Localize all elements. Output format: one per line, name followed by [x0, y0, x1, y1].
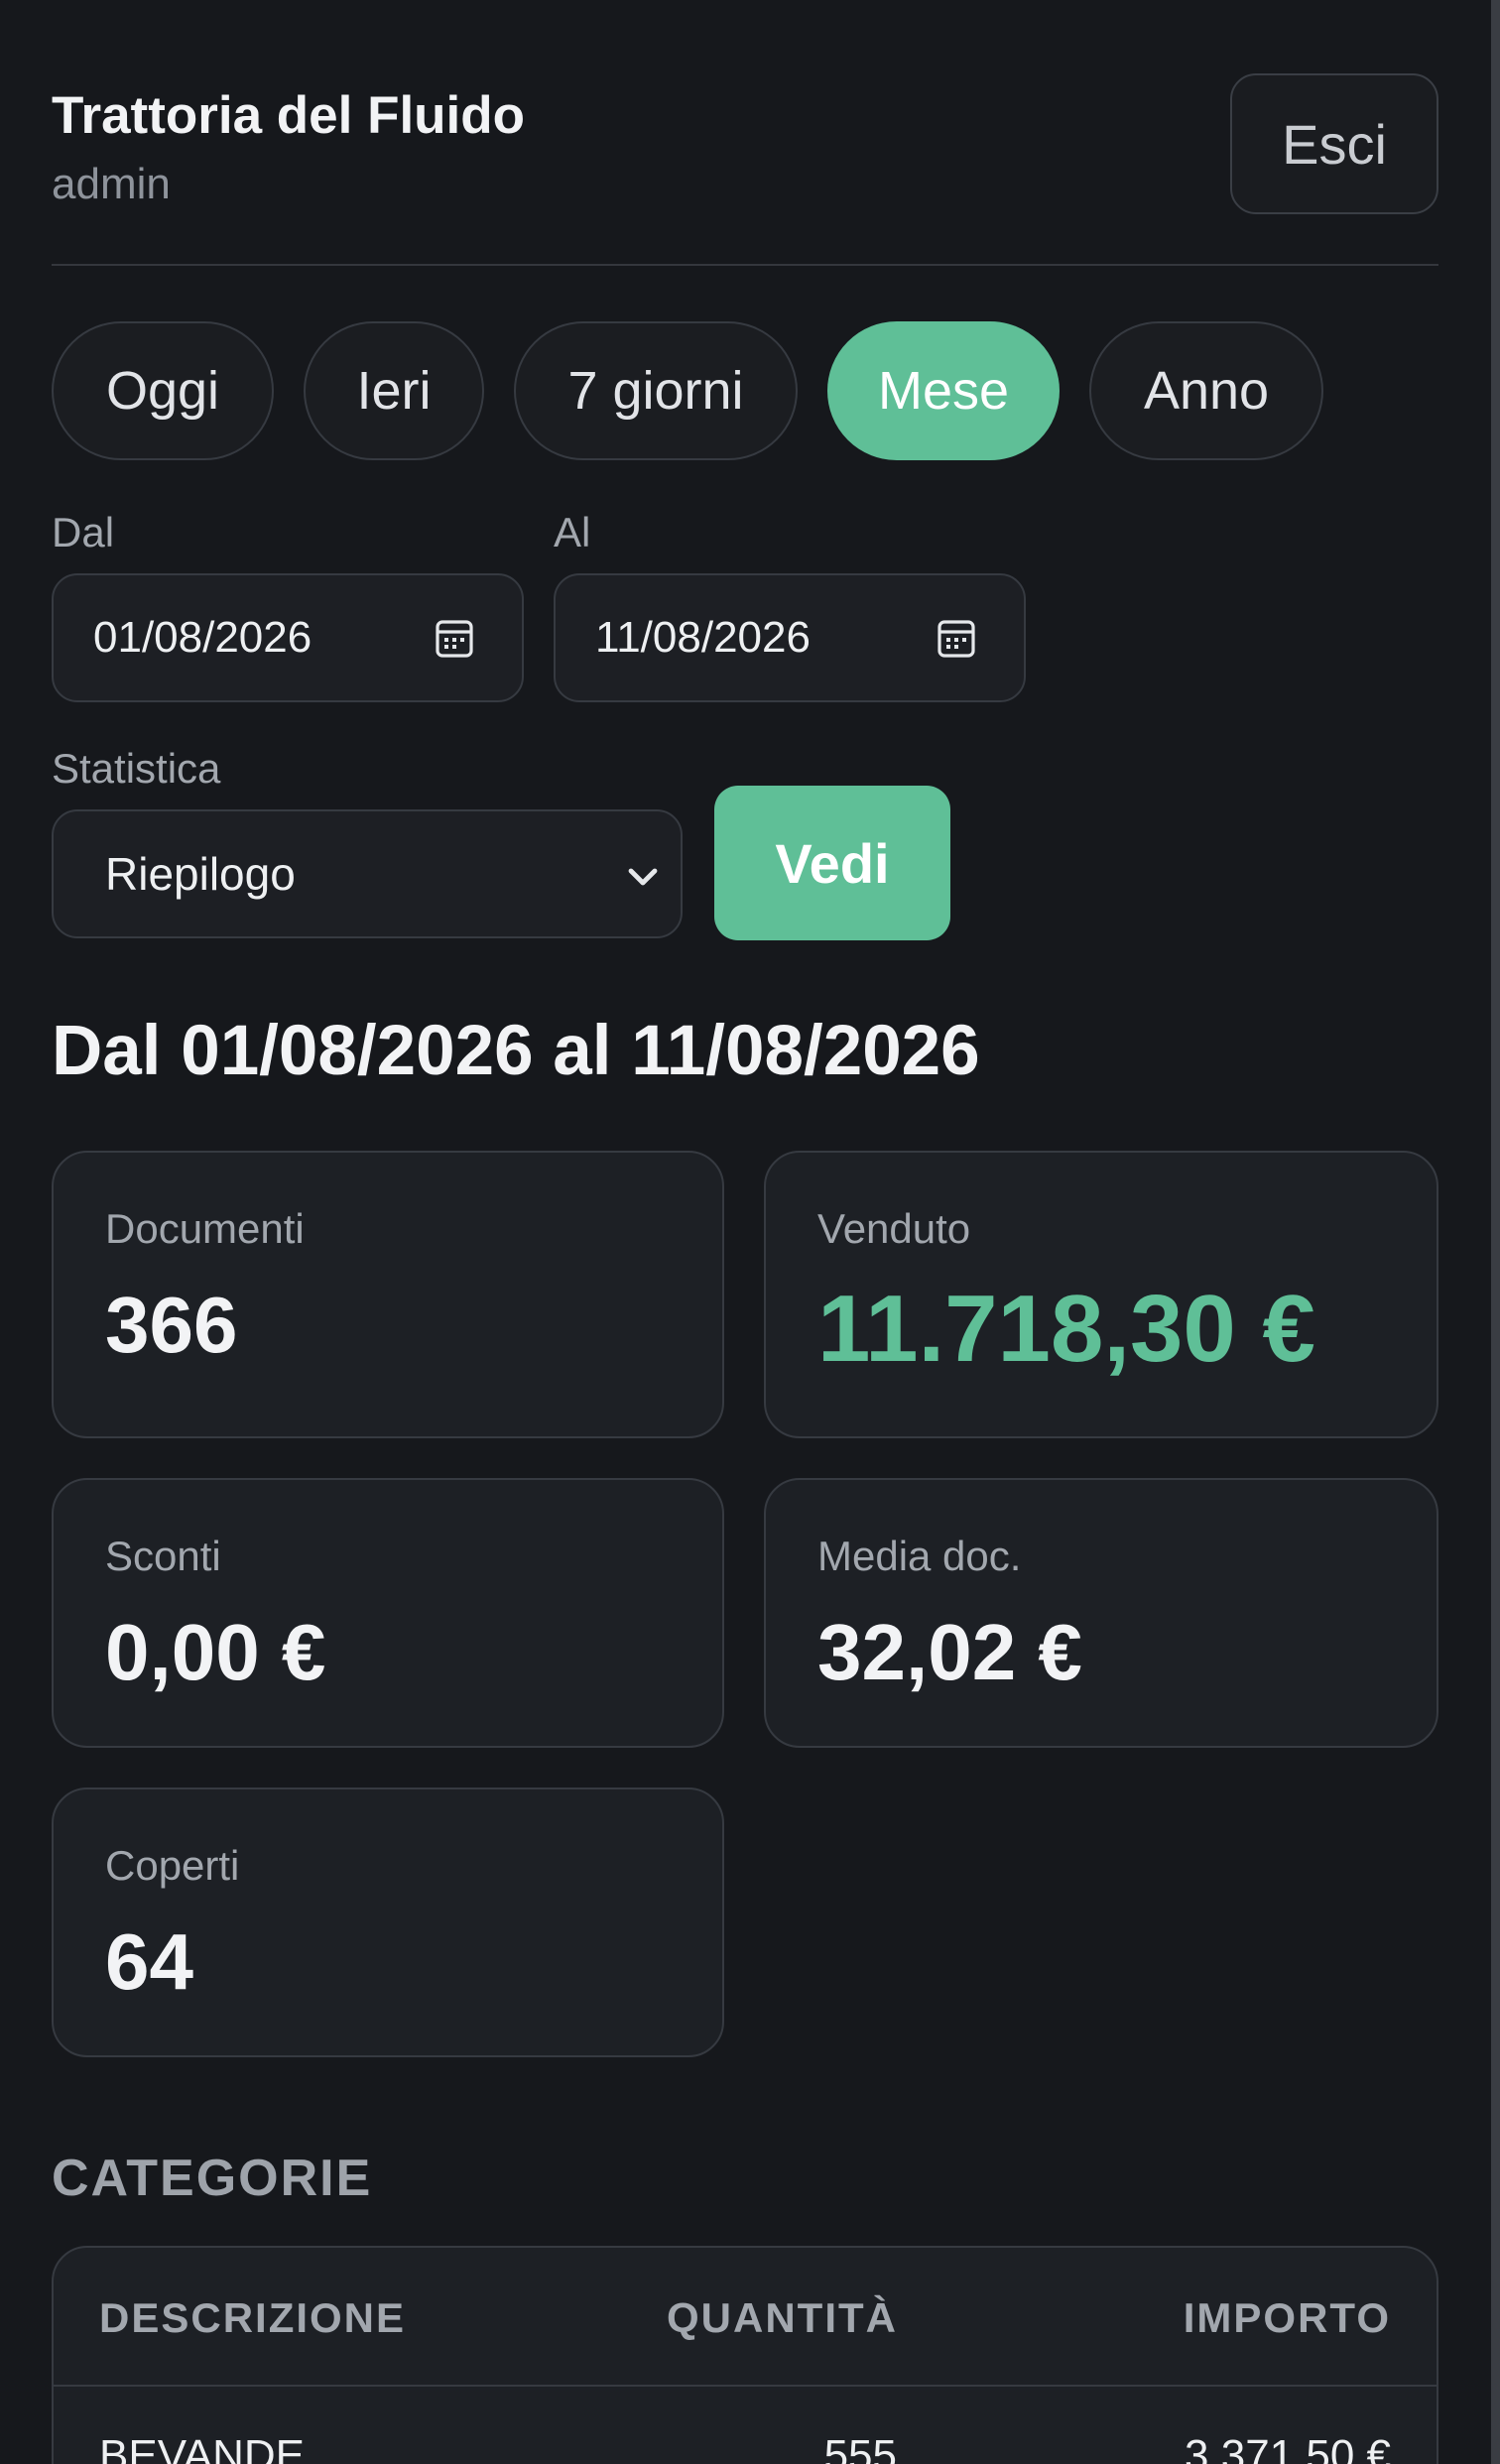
chip-mese[interactable]: Mese — [827, 321, 1060, 460]
calendar-icon[interactable] — [435, 617, 474, 659]
to-label: Al — [554, 509, 591, 555]
table-header-divider — [54, 2385, 1437, 2387]
card-value: 64 — [105, 1917, 193, 2006]
column-header-importo[interactable]: IMPORTO — [1184, 2297, 1391, 2339]
card-value: 11.718,30 € — [817, 1276, 1315, 1382]
calendar-icon[interactable] — [937, 617, 976, 659]
cell-quantita: 555 — [823, 2431, 897, 2464]
card-coperti: Coperti 64 — [52, 1787, 724, 2057]
card-label: Coperti — [105, 1842, 240, 1889]
range-title: Dal 01/08/2026 al 11/08/2026 — [52, 1012, 980, 1090]
column-header-descrizione[interactable]: DESCRIZIONE — [99, 2297, 406, 2339]
chip-7-giorni[interactable]: 7 giorni — [514, 321, 798, 460]
period-chips: Oggi Ieri 7 giorni Mese Anno — [52, 321, 1323, 460]
column-header-quantita[interactable]: QUANTITÀ — [667, 2297, 898, 2339]
stat-label: Statistica — [52, 745, 221, 792]
to-date-value: 11/08/2026 — [595, 613, 811, 662]
from-date-input[interactable]: 01/08/2026 — [52, 573, 524, 702]
chevron-down-icon — [628, 868, 658, 886]
card-sconti: Sconti 0,00 € — [52, 1478, 724, 1748]
card-documenti: Documenti 366 — [52, 1151, 724, 1438]
user-name: admin — [52, 160, 171, 208]
view-button[interactable]: Vedi — [714, 786, 950, 940]
stats-page: Trattoria del Fluido admin Esci Oggi Ier… — [0, 0, 1500, 2464]
restaurant-name: Trattoria del Fluido — [52, 86, 526, 145]
card-value: 366 — [105, 1281, 238, 1369]
chip-anno[interactable]: Anno — [1089, 321, 1323, 460]
from-date-value: 01/08/2026 — [93, 613, 312, 662]
card-label: Sconti — [105, 1533, 221, 1579]
card-label: Media doc. — [817, 1533, 1022, 1579]
cell-descrizione: BEVANDE — [99, 2431, 306, 2464]
card-label: Venduto — [817, 1205, 971, 1252]
stat-select-value: Riepilogo — [105, 848, 296, 900]
chip-oggi[interactable]: Oggi — [52, 321, 274, 460]
logout-button[interactable]: Esci — [1230, 73, 1438, 214]
card-label: Documenti — [105, 1205, 305, 1252]
header-divider — [52, 264, 1438, 266]
card-value: 32,02 € — [817, 1608, 1082, 1696]
from-label: Dal — [52, 509, 115, 555]
card-value: 0,00 € — [105, 1608, 326, 1696]
scrollbar[interactable] — [1491, 0, 1500, 2464]
categories-table: DESCRIZIONE QUANTITÀ IMPORTO BEVANDE 555… — [52, 2246, 1438, 2464]
stat-select[interactable]: Riepilogo — [52, 809, 683, 938]
to-date-input[interactable]: 11/08/2026 — [554, 573, 1026, 702]
chip-ieri[interactable]: Ieri — [304, 321, 484, 460]
card-venduto: Venduto 11.718,30 € — [764, 1151, 1438, 1438]
card-media-doc: Media doc. 32,02 € — [764, 1478, 1438, 1748]
categories-title: CATEGORIE — [52, 2150, 373, 2207]
app-header: Trattoria del Fluido admin Esci — [52, 73, 1438, 264]
cell-importo: 3.371,50 € — [1185, 2431, 1391, 2464]
